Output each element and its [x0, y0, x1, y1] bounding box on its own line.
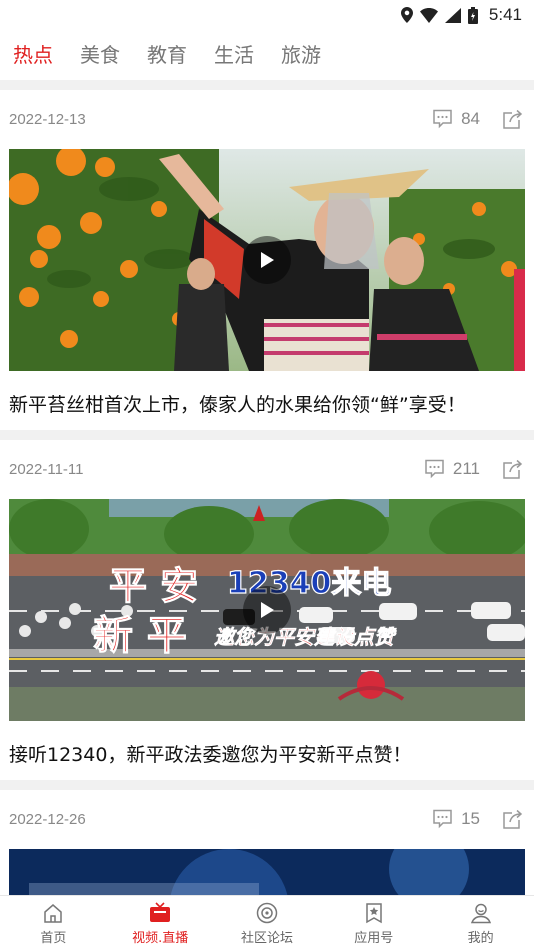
card-meta: 2022-12-26 15 [0, 789, 534, 849]
video-thumbnail[interactable]: 平 安 12340来电 新 平 邀您为平安建设点赞 [9, 499, 525, 721]
battery-icon [467, 6, 478, 24]
comment-icon[interactable] [424, 459, 445, 479]
tab-life[interactable]: 生活 [214, 39, 254, 72]
nav-label: 社区论坛 [240, 931, 293, 946]
nav-profile[interactable]: 我的 [427, 896, 534, 950]
forum-icon [256, 902, 278, 924]
status-bar: 5:41 [0, 0, 534, 30]
card-meta: 2022-11-11 211 [0, 439, 534, 499]
app-icon [366, 903, 382, 924]
card-actions: 84 [432, 109, 523, 130]
card-date: 2022-11-11 [9, 460, 84, 478]
overlay-text: 新 平 [93, 612, 187, 659]
status-time: 5:41 [488, 5, 522, 24]
nav-apps[interactable]: 应用号 [320, 896, 427, 950]
share-icon[interactable] [502, 109, 523, 130]
share-icon[interactable] [502, 809, 523, 830]
category-tabs: 热点 美食 教育 生活 旅游 [0, 30, 534, 80]
comment-count: 211 [452, 459, 480, 478]
card-date: 2022-12-26 [9, 810, 86, 828]
nav-video-live[interactable]: 视频.直播 [107, 896, 214, 950]
card-title[interactable]: 新平苔丝柑首次上市，傣家人的水果给你领“鲜”享受！ [0, 371, 534, 435]
card-actions: 211 [424, 459, 523, 480]
video-card[interactable]: 2022-12-26 15 [0, 789, 534, 909]
tab-food[interactable]: 美食 [80, 39, 120, 72]
comment-icon[interactable] [432, 809, 453, 829]
share-icon[interactable] [502, 459, 523, 480]
nav-label: 应用号 [354, 931, 394, 946]
location-icon [400, 7, 413, 23]
play-icon [261, 252, 274, 268]
play-button[interactable] [243, 586, 291, 634]
tab-travel[interactable]: 旅游 [281, 39, 321, 72]
tab-education[interactable]: 教育 [147, 39, 187, 72]
comment-icon[interactable] [432, 109, 453, 129]
card-title[interactable]: 接听12340，新平政法委邀您为平安新平点赞！ [0, 721, 534, 785]
bottom-nav: 首页 视频.直播 社区论坛 应用号 我的 [0, 895, 534, 950]
comment-count: 15 [461, 809, 480, 828]
home-icon [44, 904, 63, 923]
tv-icon [150, 902, 171, 922]
card-meta: 2022-12-13 84 [0, 89, 534, 149]
signal-icon [444, 7, 461, 23]
video-card[interactable]: 2022-11-11 211 平 安 12340来电 新 平 邀您为平安建设点赞… [0, 439, 534, 785]
nav-forum[interactable]: 社区论坛 [214, 896, 321, 950]
overlay-text: 平 安 [109, 563, 198, 608]
user-icon [470, 903, 491, 924]
nav-label: 视频.直播 [132, 931, 189, 946]
overlay-text: 邀您为平安建设点赞 [214, 625, 397, 649]
nav-label: 我的 [467, 931, 494, 946]
comment-count: 84 [461, 109, 480, 128]
play-icon [261, 602, 274, 618]
video-card[interactable]: 2022-12-13 84 新平苔丝柑首次上市，傣家人的水果给你领“鲜”享受！ [0, 89, 534, 435]
nav-home[interactable]: 首页 [0, 896, 107, 950]
card-date: 2022-12-13 [9, 110, 86, 128]
play-button[interactable] [243, 236, 291, 284]
nav-label: 首页 [40, 931, 67, 946]
wifi-icon [419, 7, 438, 23]
tab-hot[interactable]: 热点 [13, 39, 53, 72]
card-actions: 15 [432, 809, 523, 830]
video-thumbnail[interactable] [9, 149, 525, 371]
